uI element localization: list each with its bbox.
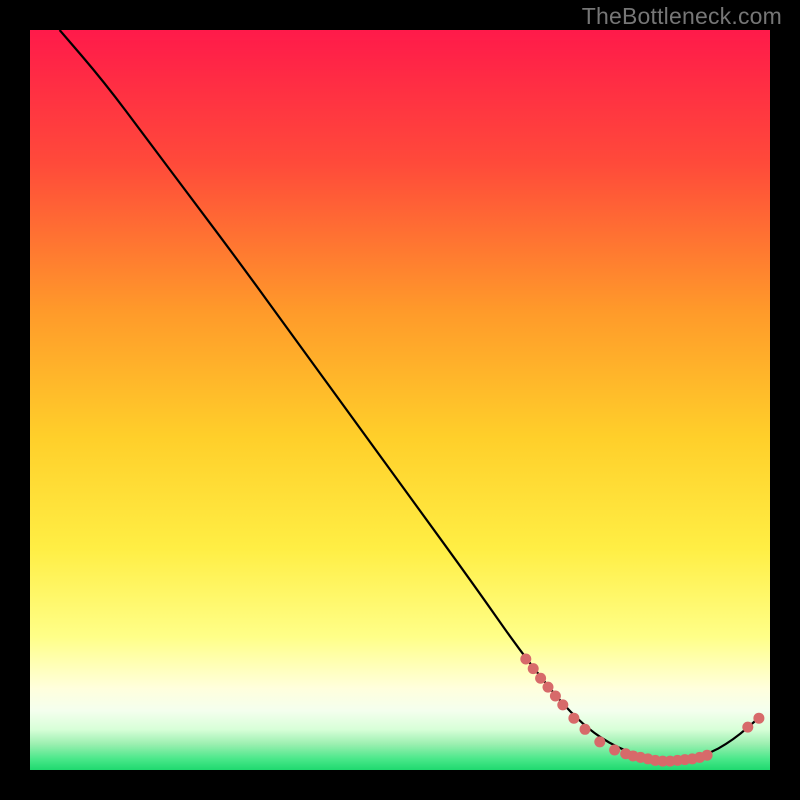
attribution-label: TheBottleneck.com — [582, 3, 782, 30]
chart-plot — [30, 30, 770, 770]
data-dot — [550, 691, 561, 702]
data-dot — [594, 736, 605, 747]
gradient-background — [30, 30, 770, 770]
data-dot — [528, 663, 539, 674]
data-dot — [535, 673, 546, 684]
data-dot — [580, 724, 591, 735]
data-dot — [609, 745, 620, 756]
data-dot — [557, 699, 568, 710]
data-dot — [520, 654, 531, 665]
data-dot — [702, 750, 713, 761]
data-dot — [753, 713, 764, 724]
data-dot — [543, 682, 554, 693]
chart-svg — [30, 30, 770, 770]
data-dot — [742, 722, 753, 733]
data-dot — [568, 713, 579, 724]
